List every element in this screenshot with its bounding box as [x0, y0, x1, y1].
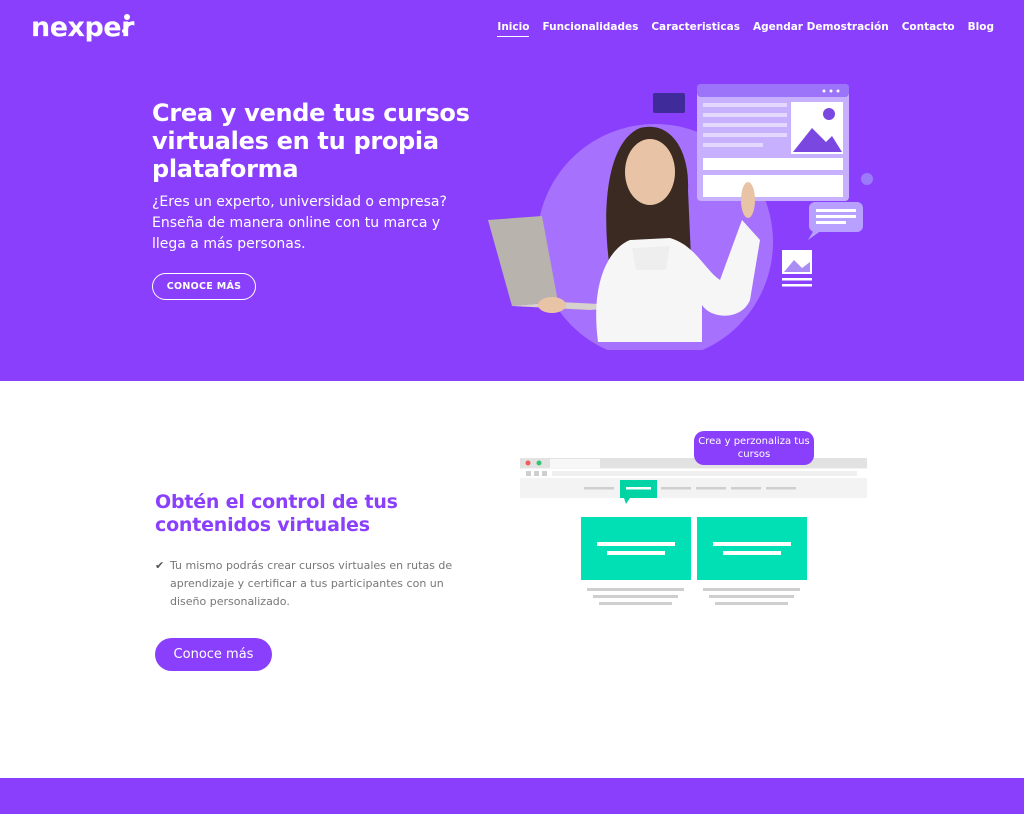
nav-item-funcionalidades[interactable]: Funcionalidades — [542, 21, 638, 37]
hero-cta-button[interactable]: CONOCE MÁS — [152, 273, 256, 300]
nav-item-agendar-demostracion[interactable]: Agendar Demostración — [753, 21, 889, 37]
image-card-icon — [782, 250, 812, 287]
browser-card — [697, 84, 849, 201]
hero-section: nexper Inicio Funcionalidades Caracteris… — [0, 0, 1024, 381]
nav-item-contacto[interactable]: Contacto — [902, 21, 955, 37]
conoce-mas-button[interactable]: Conoce más — [155, 638, 272, 671]
nav-item-inicio[interactable]: Inicio — [497, 21, 530, 37]
section-title: Obtén el control de tus contenidos virtu… — [155, 491, 398, 536]
customize-courses-badge: Crea y perzonaliza tus cursos — [694, 431, 814, 465]
check-dot-icon — [861, 173, 873, 185]
hero-title: Crea y vende tus cursos virtuales en tu … — [152, 99, 470, 183]
chat-bubble-icon — [808, 202, 863, 240]
nav-item-caracteristicas[interactable]: Caracteristicas — [651, 21, 740, 37]
nav-item-blog[interactable]: Blog — [968, 21, 994, 37]
hero-subtitle: ¿Eres un experto, universidad o empresa?… — [152, 194, 447, 252]
footer-band — [0, 778, 1024, 814]
logo-dots-icon — [118, 12, 134, 38]
feature-text: Tu mismo podrás crear cursos virtuales e… — [170, 559, 453, 608]
check-icon: ✔ — [155, 559, 165, 572]
hero-illustration — [488, 84, 873, 350]
folder-icon — [653, 93, 685, 113]
main-nav: Inicio Funcionalidades Caracteristicas A… — [497, 21, 994, 37]
